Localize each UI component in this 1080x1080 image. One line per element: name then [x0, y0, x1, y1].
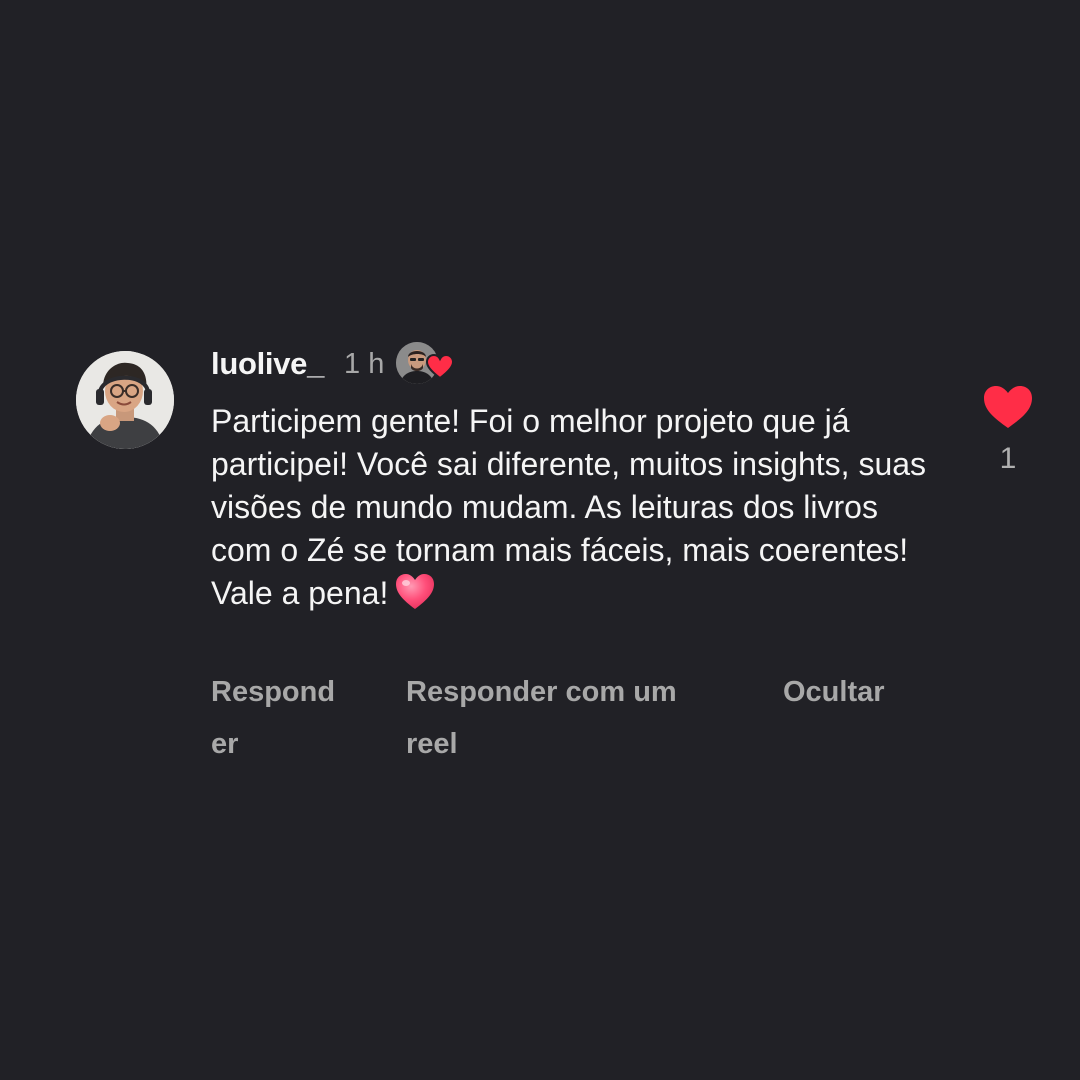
- hide-button[interactable]: Ocultar: [783, 666, 893, 718]
- creator-heart-icon: [426, 354, 455, 380]
- commenter-username[interactable]: luolive_: [211, 346, 324, 382]
- pink-heart-icon: [396, 574, 435, 609]
- creator-liked-badge: [396, 341, 460, 387]
- comment-item: luolive_ 1 h Participem gente! Foi o mel…: [0, 0, 1080, 1080]
- comment-actions: Responder Responder com um reel Ocultar: [0, 666, 1080, 776]
- like-count: 1: [999, 442, 1017, 475]
- comment-timestamp: 1 h: [344, 347, 385, 380]
- avatar-photo: [76, 351, 174, 449]
- comment-body: Participem gente! Foi o melhor projeto q…: [211, 400, 931, 615]
- reply-button[interactable]: Responder: [211, 666, 351, 770]
- heart-icon[interactable]: [982, 384, 1034, 430]
- like-column: 1: [980, 384, 1036, 476]
- comment-text: Participem gente! Foi o melhor projeto q…: [211, 403, 927, 611]
- screen: luolive_ 1 h Participem gente! Foi o mel…: [0, 0, 1080, 1080]
- comment-header: luolive_ 1 h: [211, 340, 460, 388]
- commenter-avatar[interactable]: [76, 351, 174, 449]
- reply-with-reel-button[interactable]: Responder com um reel: [406, 666, 726, 770]
